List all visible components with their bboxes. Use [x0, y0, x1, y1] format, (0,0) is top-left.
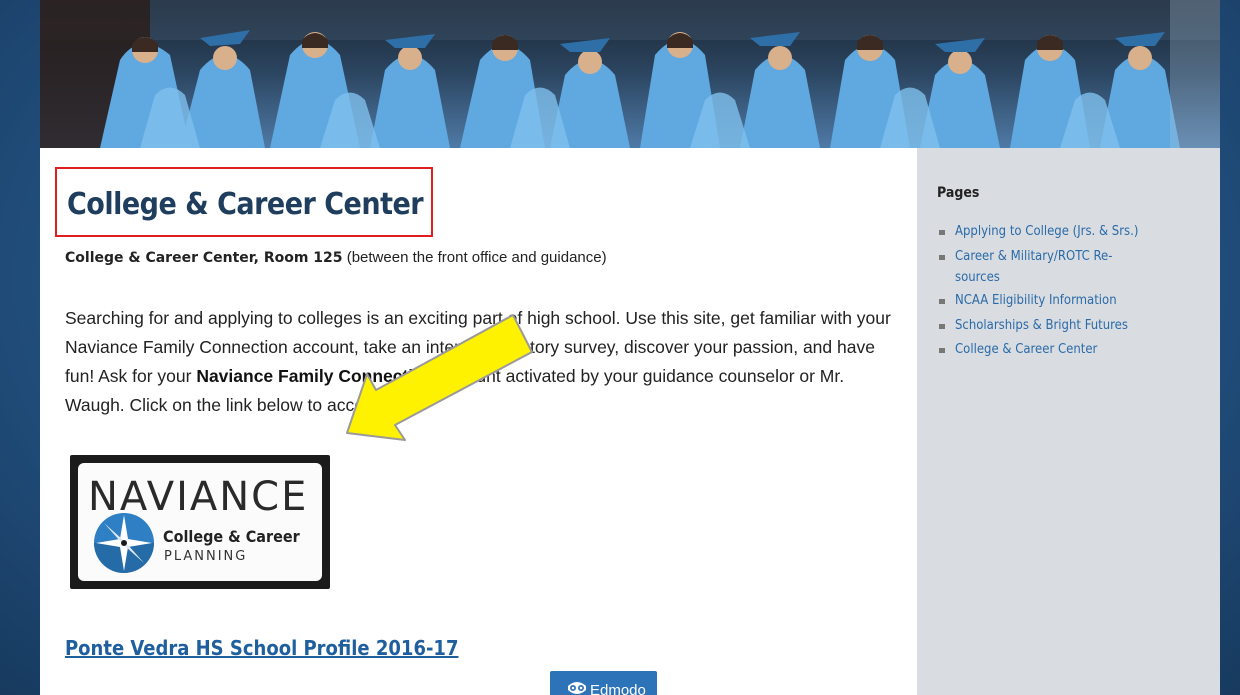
bullet-icon — [939, 230, 945, 235]
school-profile-link[interactable]: Ponte Vedra HS School Profile 2016-17 — [65, 636, 458, 660]
naviance-tagline-1: College & Career — [163, 527, 300, 546]
graduation-banner-image — [40, 0, 1220, 148]
naviance-tagline-2: PLANNING — [164, 549, 248, 564]
room-info-bold: College & Career Center, Room 125 — [65, 250, 343, 266]
sidebar-item-label: NCAA Eligibility Information — [955, 293, 1117, 308]
sidebar: Pages Applying to College (Jrs. & Srs.) … — [917, 148, 1220, 695]
sidebar-item-ncaa[interactable]: NCAA Eligibility Information — [937, 289, 1207, 314]
sidebar-item-scholarships[interactable]: Scholarships & Bright Futures — [937, 314, 1207, 339]
page-title: College & Career Center — [67, 187, 424, 222]
edmodo-button-label: Edmodo — [590, 682, 646, 695]
sidebar-item-label: Scholarships & Bright Futures — [955, 317, 1128, 333]
page-container: College & Career Center College & Career… — [40, 0, 1220, 695]
sidebar-item-label-continued: sources — [955, 270, 1000, 285]
bullet-icon — [939, 299, 945, 304]
sidebar-heading: Pages — [937, 185, 980, 201]
sidebar-item-college-career-center[interactable]: College & Career Center — [937, 338, 1207, 363]
sidebar-item-career-military[interactable]: Career & Military/ROTC Re- sources — [937, 245, 1207, 290]
naviance-compass-icon — [94, 513, 154, 573]
naviance-logo-link[interactable]: NAVIANCE College & Career PLANNING — [70, 455, 330, 589]
intro-bold-naviance: Naviance Family Connection — [196, 366, 435, 386]
bullet-icon — [939, 254, 945, 260]
sidebar-item-applying-to-college[interactable]: Applying to College (Jrs. & Srs.) — [937, 220, 1207, 245]
title-highlight-box: College & Career Center — [55, 167, 433, 237]
sidebar-item-label: Applying to College (Jrs. & Srs.) — [955, 224, 1139, 239]
bullet-icon — [939, 323, 945, 329]
bullet-icon — [939, 348, 945, 353]
sidebar-item-label: College & Career Center — [955, 342, 1098, 357]
sidebar-page-list: Applying to College (Jrs. & Srs.) Career… — [937, 220, 1207, 363]
edmodo-icon — [568, 682, 586, 694]
naviance-logo-card: NAVIANCE College & Career PLANNING — [78, 463, 322, 581]
intro-paragraph: Searching for and applying to colleges i… — [65, 304, 895, 420]
main-content: College & Career Center College & Career… — [40, 148, 917, 695]
room-info: College & Career Center, Room 125 (betwe… — [65, 249, 607, 266]
edmodo-button[interactable]: Edmodo — [550, 671, 657, 695]
sidebar-item-label: Career & Military/ROTC Re- — [955, 248, 1113, 264]
room-info-detail: (between the front office and guidance) — [342, 249, 607, 266]
